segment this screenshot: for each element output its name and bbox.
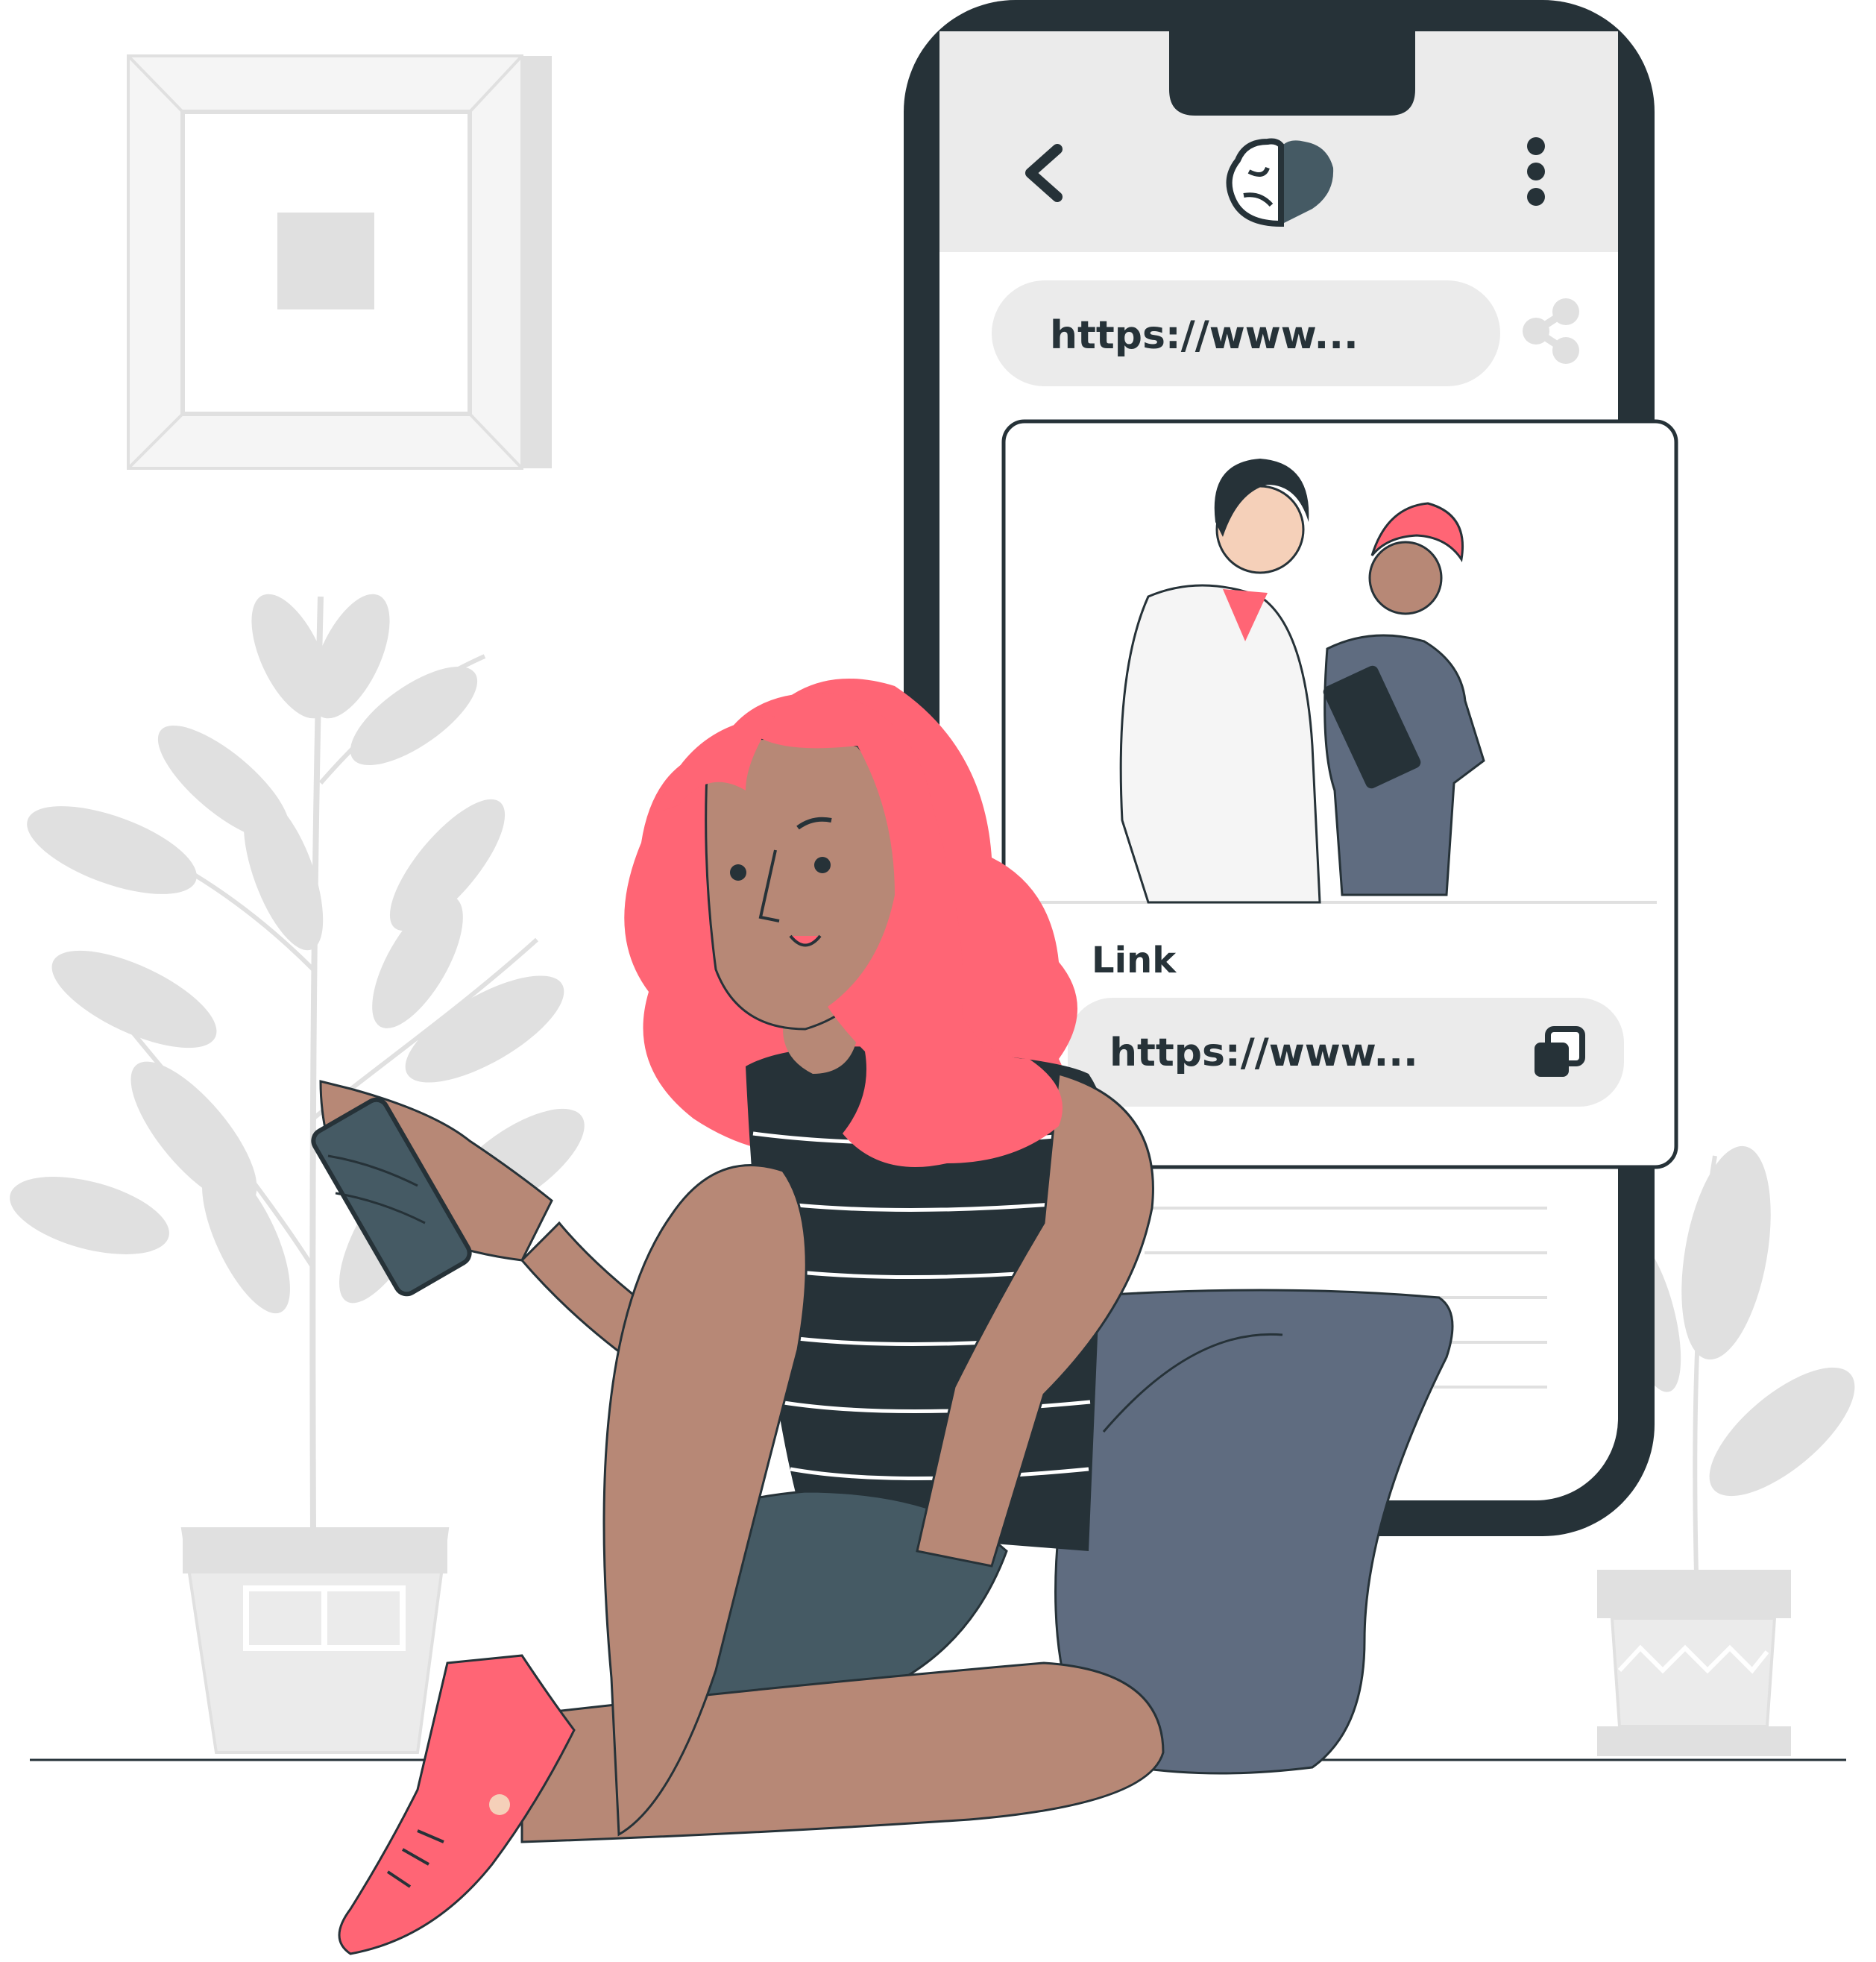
pot-right bbox=[1597, 1570, 1791, 1756]
link-url-text[interactable]: https://www... bbox=[1109, 1034, 1418, 1072]
wall-frame bbox=[127, 54, 552, 470]
eye-right bbox=[814, 857, 831, 873]
link-label: Link bbox=[1092, 940, 1177, 981]
phone-notch bbox=[1169, 31, 1415, 116]
vertical-dots-icon[interactable] bbox=[1527, 137, 1545, 206]
pot-left bbox=[180, 1527, 450, 1754]
address-bar-url[interactable]: https://www... bbox=[1050, 316, 1359, 355]
illustration-scene bbox=[10, 0, 1855, 1955]
eye-left bbox=[730, 864, 746, 881]
plant-left bbox=[10, 594, 585, 1529]
